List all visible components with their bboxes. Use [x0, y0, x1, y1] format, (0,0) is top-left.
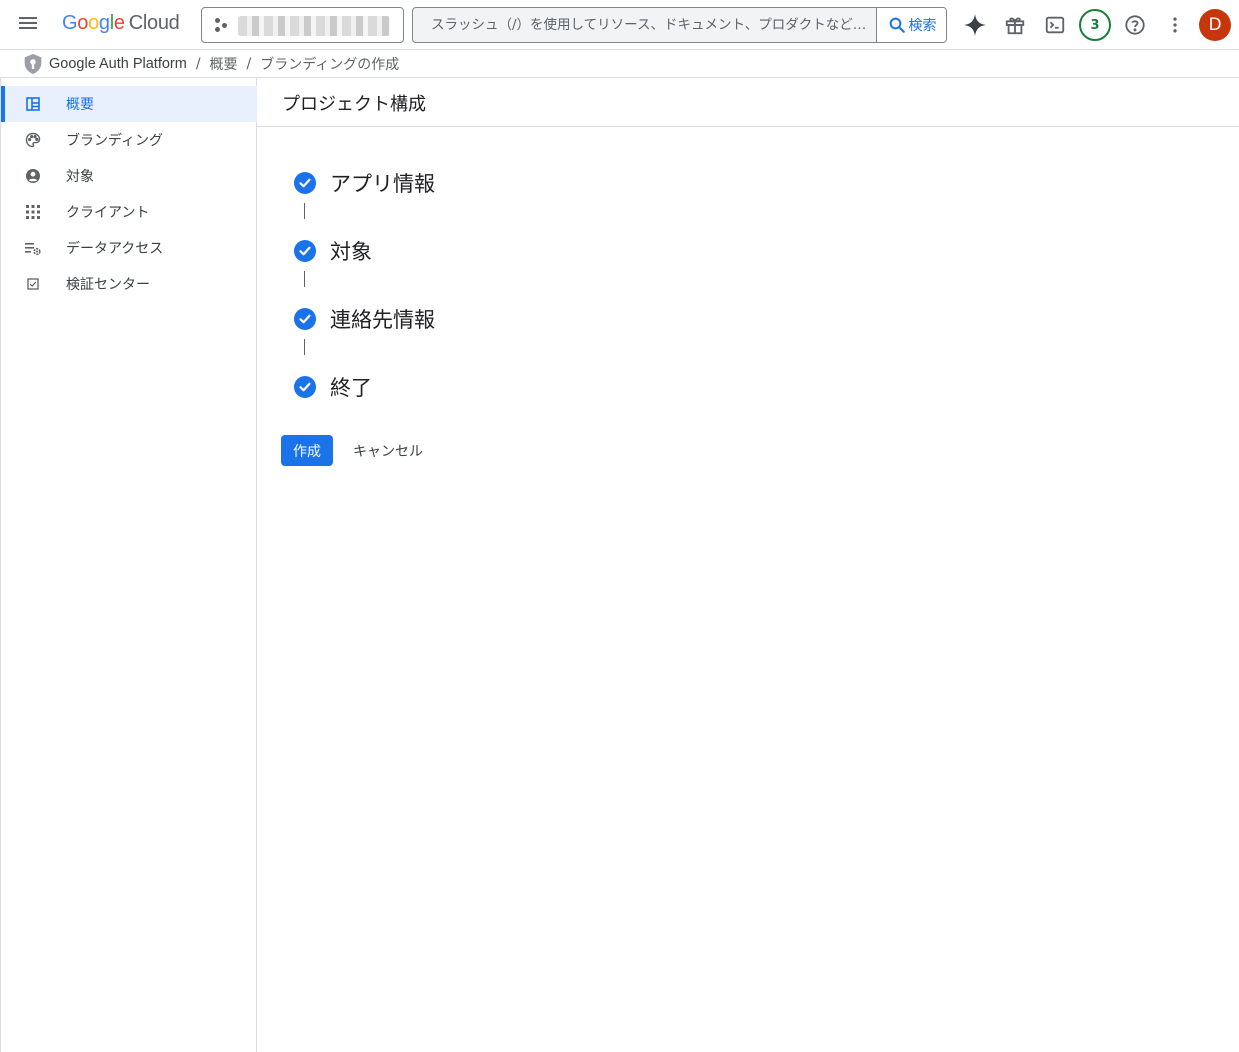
- sidebar-item-verification-center[interactable]: 検証センター: [1, 266, 257, 302]
- sidebar-nav: 概要 ブランディング 対象 クライアント データアクセス 検証センター: [0, 78, 257, 1052]
- breadcrumb-product[interactable]: Google Auth Platform: [49, 56, 187, 72]
- step-label: 対象: [330, 240, 372, 264]
- page-title: プロジェクト構成: [282, 94, 426, 115]
- top-app-bar: GoogleCloud 検索 3 D: [0, 0, 1239, 50]
- sidebar-item-clients[interactable]: クライアント: [1, 194, 257, 230]
- breadcrumb-overview-link[interactable]: 概要: [210, 54, 238, 74]
- account-avatar[interactable]: D: [1199, 9, 1231, 41]
- account-circle-icon: [25, 168, 41, 184]
- apps-grid-icon: [25, 204, 41, 220]
- check-circle-icon: [294, 172, 316, 194]
- palette-icon: [25, 132, 41, 148]
- check-circle-icon: [294, 308, 316, 330]
- help-icon[interactable]: [1120, 10, 1150, 40]
- breadcrumb-separator: /: [246, 55, 252, 72]
- step-label: 終了: [330, 376, 372, 400]
- create-button[interactable]: 作成: [281, 435, 333, 466]
- sidebar-item-label: ブランディング: [66, 133, 164, 149]
- sidebar-item-label: 検証センター: [66, 277, 150, 293]
- sidebar-item-label: 概要: [66, 97, 94, 113]
- sidebar-item-label: クライアント: [66, 205, 150, 221]
- page-header: プロジェクト構成: [257, 78, 1239, 127]
- gemini-sparkle-icon[interactable]: [960, 10, 990, 40]
- search-icon: [889, 17, 905, 33]
- check-circle-icon: [294, 240, 316, 262]
- cloud-shell-icon[interactable]: [1040, 10, 1070, 40]
- search-button-label: 検索: [908, 18, 937, 34]
- project-picker-icon: [215, 18, 231, 34]
- search-bar: 検索: [412, 7, 947, 43]
- sidebar-item-label: 対象: [66, 169, 94, 185]
- menu-icon[interactable]: [17, 15, 39, 35]
- cancel-button[interactable]: キャンセル: [345, 435, 431, 466]
- step-connector: [304, 271, 305, 287]
- sidebar-item-branding[interactable]: ブランディング: [1, 122, 257, 158]
- data-settings-icon: [25, 240, 41, 256]
- search-input[interactable]: [413, 8, 875, 42]
- logo-product-name: Cloud: [128, 12, 180, 34]
- sidebar-item-label: データアクセス: [66, 241, 164, 257]
- verified-checkbox-icon: [25, 276, 41, 292]
- breadcrumb: Google Auth Platform / 概要 / ブランディングの作成: [0, 50, 1239, 78]
- auth-platform-shield-icon: [24, 53, 42, 74]
- more-vert-icon[interactable]: [1160, 10, 1190, 40]
- breadcrumb-separator: /: [195, 55, 201, 72]
- sidebar-item-data-access[interactable]: データアクセス: [1, 230, 257, 266]
- dashboard-icon: [25, 96, 41, 112]
- breadcrumb-current: ブランディングの作成: [260, 56, 400, 73]
- gift-icon[interactable]: [1000, 10, 1030, 40]
- sidebar-item-audience[interactable]: 対象: [1, 158, 257, 194]
- check-circle-icon: [294, 376, 316, 398]
- notification-count-badge[interactable]: 3: [1079, 9, 1111, 41]
- step-label: 連絡先情報: [330, 308, 435, 332]
- project-picker-button[interactable]: [201, 7, 404, 43]
- redacted-project-name: [238, 16, 390, 36]
- step-label: アプリ情報: [330, 172, 435, 196]
- search-button[interactable]: 検索: [876, 8, 946, 42]
- google-cloud-logo[interactable]: Google Cloud: [62, 12, 180, 35]
- step-connector: [304, 203, 305, 219]
- step-connector: [304, 339, 305, 355]
- sidebar-item-overview[interactable]: 概要: [1, 86, 257, 122]
